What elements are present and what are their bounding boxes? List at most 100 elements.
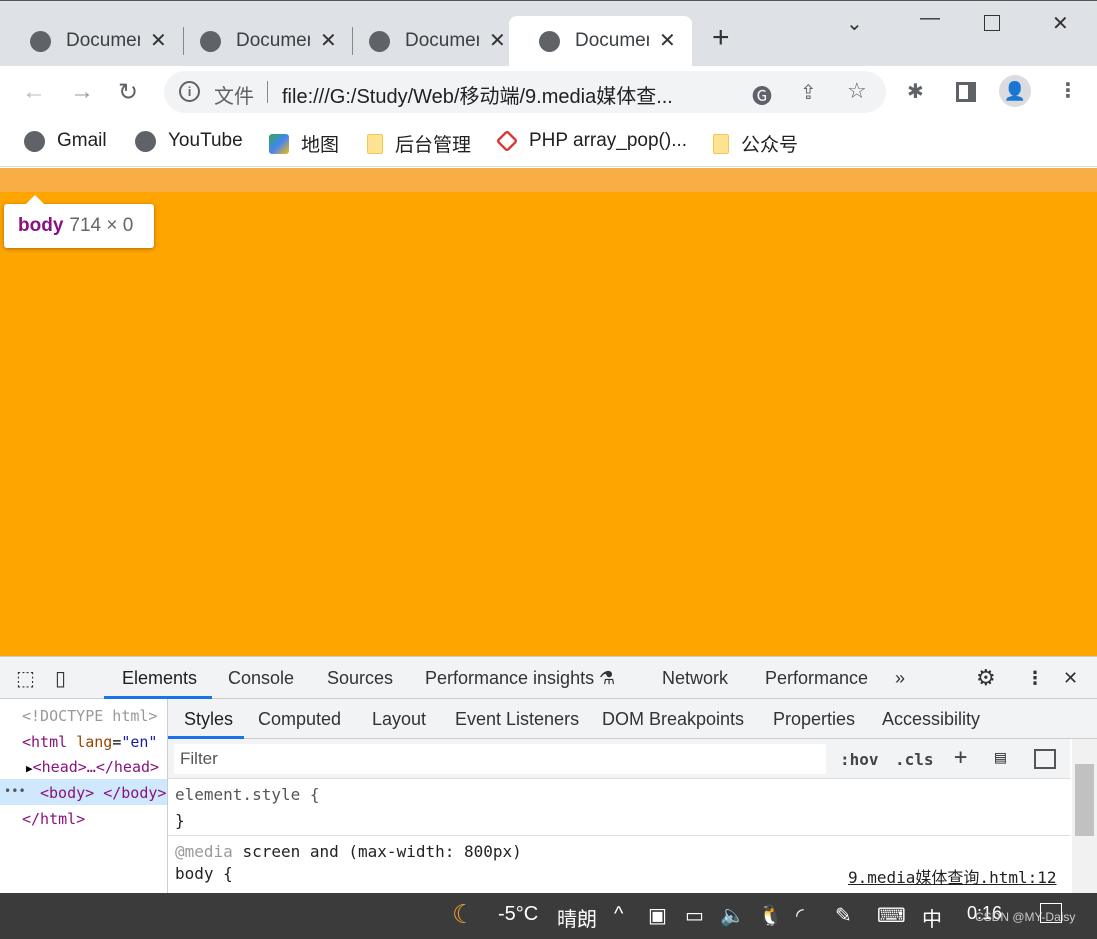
devtools-panel: ⬚ ▯ Elements Console Sources Performance… [0,656,1097,894]
globe-icon [539,31,560,52]
globe-icon [24,130,45,152]
app-tray-icon[interactable]: ▣ [648,903,667,928]
menu-icon[interactable]: ⋮ [1058,78,1078,103]
translate-icon[interactable]: 🅖 [752,80,772,109]
page-viewport [0,168,1097,656]
tab-network[interactable]: Network [662,668,728,689]
extensions-icon[interactable]: ✱ [907,79,924,104]
show-hidden-icons[interactable]: ^ [614,903,623,926]
taskbar: ☾ -5°C 晴朗 ^ ▣ ▭ 🔈 🐧 ◜ ✎ ⌨ 中 0:16 CSDN @M… [0,893,1097,939]
close-tab-icon[interactable]: ✕ [150,28,167,53]
ime-indicator[interactable]: 中 [922,903,942,932]
tab-styles[interactable]: Styles [184,709,233,730]
html-node[interactable]: <html lang="en" [22,733,157,751]
bookmarks-bar: Gmail YouTube 地图 后台管理 PHP array_pop()...… [0,118,1097,167]
media-query: @media screen and (max-width: 800px) [175,842,522,861]
styles-filter-input[interactable]: Filter [174,744,826,774]
close-tab-icon[interactable]: ✕ [489,28,506,53]
scrollbar-thumb[interactable] [1075,764,1094,836]
node-actions-icon[interactable]: ••• [4,784,26,798]
cls-button[interactable]: .cls [895,750,934,769]
notifications-icon[interactable] [1040,903,1062,923]
close-tab-icon[interactable]: ✕ [320,28,337,53]
side-panel-icon[interactable] [956,82,976,102]
element-tooltip: body 714 × 0 [4,195,154,248]
styles-tabs: Styles Computed Layout Event Listeners D… [168,699,1097,739]
close-window-button[interactable]: ✕ [1052,11,1069,36]
element-style-rule[interactable]: element.style { [175,785,320,804]
bookmark-admin[interactable]: 后台管理 [367,130,471,157]
pen-icon[interactable]: ✎ [835,903,852,928]
back-button[interactable]: ← [22,78,46,106]
share-icon[interactable]: ⇪ [800,80,817,105]
battery-icon[interactable]: ▭ [685,903,704,928]
tab-performance-insights[interactable]: Performance insights [425,668,594,689]
qq-icon[interactable]: 🐧 [758,903,783,928]
new-rule-icon[interactable]: + [954,745,967,770]
globe-icon [30,31,51,52]
wifi-icon[interactable]: ◜ [796,903,804,928]
hov-button[interactable]: :hov [840,750,879,769]
tab-strip: Document✕ Document✕ Document✕ Document✕ … [0,0,1097,67]
tab-accessibility[interactable]: Accessibility [882,709,980,730]
bookmark-maps[interactable]: 地图 [269,130,339,157]
bookmark-wechat[interactable]: 公众号 [713,130,798,157]
bookmark-youtube[interactable]: YouTube [135,130,243,152]
profile-avatar[interactable]: 👤 [999,75,1031,107]
tab-elements[interactable]: Elements [122,668,197,689]
toggle-sidebar-icon[interactable] [1034,749,1056,769]
device-toggle-icon[interactable]: ▯ [55,666,66,691]
tab-properties[interactable]: Properties [773,709,855,730]
tab-console[interactable]: Console [228,668,294,689]
paint-brush-icon[interactable]: ▤ [995,747,1006,768]
tab[interactable]: Document✕ [339,16,519,67]
globe-icon [135,130,156,152]
maps-icon [269,133,289,154]
folder-icon [713,133,729,154]
close-tab-icon[interactable]: ✕ [659,28,676,53]
doctype-node[interactable]: <!DOCTYPE html> [22,707,157,725]
php-icon [495,129,519,153]
globe-icon [369,31,390,52]
devtools-tabs: ⬚ ▯ Elements Console Sources Performance… [0,657,1097,699]
flask-icon: ⚗ [599,668,616,688]
tab-sources[interactable]: Sources [327,668,393,689]
tab[interactable]: Document✕ [0,16,180,67]
volume-icon[interactable]: 🔈 [720,903,745,928]
bookmark-php[interactable]: PHP array_pop()... [495,129,687,153]
tab-search-icon[interactable]: ⌄ [846,11,863,36]
globe-icon [200,31,221,52]
tab[interactable]: Document✕ [170,16,350,67]
html-close-node: </html> [22,810,86,828]
forward-button[interactable]: → [70,78,94,106]
tab-active[interactable]: Document✕ [509,16,692,67]
toolbar: ← → ↻ i 文件 file:///G:/Study/Web/移动端/9.me… [0,66,1097,118]
inspect-icon[interactable]: ⬚ [16,666,35,691]
tab-dom-breakpoints[interactable]: DOM Breakpoints [602,709,744,730]
tab-computed[interactable]: Computed [258,709,341,730]
address-bar[interactable]: i 文件 file:///G:/Study/Web/移动端/9.media媒体查… [164,71,886,113]
close-devtools-icon[interactable]: ✕ [1063,668,1078,689]
tab-event-listeners[interactable]: Event Listeners [455,709,579,730]
minimize-button[interactable]: — [920,7,940,30]
source-link[interactable]: 9.media媒体查询.html:12 [848,864,1057,888]
tab-performance[interactable]: Performance [765,668,868,689]
body-node[interactable]: <body> </body> [40,784,166,802]
star-icon[interactable]: ☆ [847,78,867,104]
url-text[interactable]: file:///G:/Study/Web/移动端/9.media媒体查... [282,80,673,109]
maximize-button[interactable] [984,15,1000,31]
more-options-icon[interactable]: ⋮ [1026,668,1044,689]
bookmark-gmail[interactable]: Gmail [24,130,107,152]
body-rule-selector[interactable]: body { [175,864,233,883]
new-tab-button[interactable]: + [712,21,730,55]
moon-weather-icon: ☾ [452,899,476,929]
reload-button[interactable]: ↻ [118,78,138,107]
more-tabs-icon[interactable]: » [895,668,905,689]
tab-layout[interactable]: Layout [372,709,426,730]
styles-pane: Styles Computed Layout Event Listeners D… [168,699,1097,894]
settings-icon[interactable]: ⚙ [976,665,996,691]
head-node[interactable]: ▶<head>…</head> [26,758,159,776]
margin-highlight [0,168,1097,192]
keyboard-icon[interactable]: ⌨ [877,903,906,928]
info-icon[interactable]: i [179,81,200,102]
